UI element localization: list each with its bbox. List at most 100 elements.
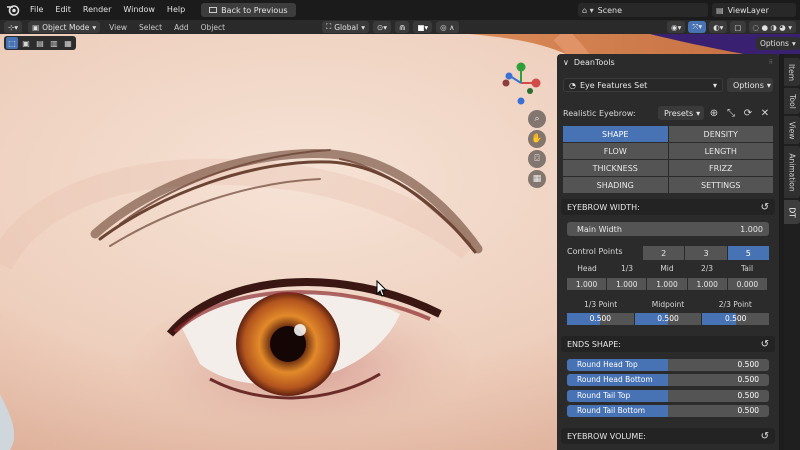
cp-head-field[interactable]: 1.000 bbox=[567, 278, 607, 290]
eye-features-set-dropdown[interactable]: ◔ Eye Features Set ▾ bbox=[563, 78, 723, 92]
round-tail-top-value: 0.500 bbox=[737, 391, 759, 400]
select-box-tool[interactable]: ⬚ bbox=[6, 37, 18, 49]
close-button[interactable]: ✕ bbox=[758, 106, 772, 120]
reset-icon[interactable]: ↺ bbox=[761, 431, 769, 442]
menu-edit[interactable]: Edit bbox=[49, 0, 77, 20]
scene-selector[interactable]: ⌂ ▾ Scene bbox=[578, 3, 708, 17]
select-box-icon: ⬚ bbox=[8, 38, 16, 48]
tab-view[interactable]: View bbox=[784, 116, 800, 144]
tab-settings[interactable]: SETTINGS bbox=[668, 177, 773, 193]
grid-icon: ▦ bbox=[532, 174, 542, 184]
tab-shape[interactable]: SHAPE bbox=[563, 126, 668, 142]
editor-type-dropdown[interactable]: ⊹▾ bbox=[4, 21, 23, 33]
tab-thickness[interactable]: THICKNESS bbox=[563, 160, 668, 176]
midpoint-value: 0.500 bbox=[657, 314, 679, 323]
midpoint-slider[interactable]: 0.500 bbox=[634, 313, 702, 325]
drag-handle-icon[interactable]: ⠿ bbox=[769, 59, 773, 66]
cp-third-field[interactable]: 1.000 bbox=[607, 278, 647, 290]
perspective-toggle[interactable]: ▦ bbox=[528, 170, 546, 188]
zoom-button[interactable]: ⌕ bbox=[528, 110, 546, 128]
select-mode-subtract[interactable]: ▥ bbox=[48, 37, 60, 49]
header-menu-view[interactable]: View bbox=[106, 23, 130, 32]
cp-mid-field[interactable]: 1.000 bbox=[647, 278, 687, 290]
pick-button[interactable]: ⤡ bbox=[724, 106, 738, 120]
header-menu-object[interactable]: Object bbox=[198, 23, 228, 32]
top-menu-bar: File Edit Render Window Help Back to Pre… bbox=[0, 0, 800, 20]
tab-density[interactable]: DENSITY bbox=[668, 126, 773, 142]
proportional-edit-toggle[interactable]: ◎ ∧ bbox=[436, 21, 459, 33]
menu-file[interactable]: File bbox=[24, 0, 49, 20]
ends-shape-section[interactable]: ENDS SHAPE: ↺ bbox=[561, 336, 775, 352]
chevron-down-icon: ▾ bbox=[361, 22, 365, 32]
viewport-options-button[interactable]: Options ▾ bbox=[756, 37, 800, 50]
tab-animation[interactable]: Animation bbox=[784, 146, 800, 198]
tab-length[interactable]: LENGTH bbox=[668, 143, 773, 159]
snap-target-dropdown[interactable]: ■▾ bbox=[413, 21, 433, 33]
select-mode-new[interactable]: ▣ bbox=[20, 37, 32, 49]
pivot-dropdown[interactable]: ⊙▾ bbox=[372, 21, 392, 33]
cp-tail-field[interactable]: 0.000 bbox=[727, 278, 768, 290]
blender-logo-icon[interactable] bbox=[6, 3, 20, 17]
round-tail-bottom-slider[interactable]: Round Tail Bottom 0.500 bbox=[567, 405, 769, 417]
eyebrow-volume-section[interactable]: EYEBROW VOLUME: ↺ bbox=[561, 428, 775, 444]
back-to-previous-button[interactable]: Back to Previous bbox=[201, 3, 296, 17]
visibility-dropdown[interactable]: ◉▾ bbox=[667, 21, 686, 33]
presets-dropdown[interactable]: Presets ▾ bbox=[658, 106, 704, 120]
xray-icon: ▢ bbox=[734, 22, 742, 32]
chevron-down-icon: ▾ bbox=[712, 80, 717, 90]
reset-icon[interactable]: ↺ bbox=[761, 339, 769, 350]
control-point-headers: Head 1/3 Mid 2/3 Tail bbox=[567, 264, 767, 273]
reset-icon[interactable]: ↺ bbox=[761, 202, 769, 213]
refresh-button[interactable]: ⟳ bbox=[741, 106, 755, 120]
tab-dt[interactable]: DT bbox=[784, 200, 800, 224]
tab-shading[interactable]: SHADING bbox=[563, 177, 668, 193]
round-head-top-slider[interactable]: Round Head Top 0.500 bbox=[567, 359, 769, 371]
main-width-field[interactable]: Main Width 1.000 bbox=[567, 222, 769, 236]
round-tail-top-slider[interactable]: Round Tail Top 0.500 bbox=[567, 390, 769, 402]
overlay-toggle[interactable]: ◐▾ bbox=[709, 21, 728, 33]
two-thirds-point-slider[interactable]: 0.500 bbox=[702, 313, 770, 325]
camera-view-button[interactable]: ⌼ bbox=[528, 150, 546, 168]
navigation-gizmo[interactable] bbox=[496, 58, 546, 108]
control-points-2[interactable]: 2 bbox=[643, 246, 685, 260]
menu-window[interactable]: Window bbox=[117, 0, 161, 20]
third-point-slider[interactable]: 0.500 bbox=[567, 313, 634, 325]
viewport-header: ⊹▾ ▣ Object Mode ▾ View Select Add Objec… bbox=[0, 20, 800, 34]
snap-toggle[interactable]: ⋒ bbox=[395, 21, 410, 33]
xray-toggle[interactable]: ▢ bbox=[730, 21, 746, 33]
tab-flow[interactable]: FLOW bbox=[563, 143, 668, 159]
zoom-icon: ⌕ bbox=[534, 114, 540, 124]
mode-dropdown[interactable]: ▣ Object Mode ▾ bbox=[28, 21, 101, 33]
point-header: Midpoint bbox=[651, 300, 685, 309]
tab-frizz[interactable]: FRIZZ bbox=[668, 160, 773, 176]
select-mode-extend[interactable]: ▤ bbox=[34, 37, 46, 49]
round-head-bottom-slider[interactable]: Round Head Bottom 0.500 bbox=[567, 374, 769, 386]
eyebrow-width-section[interactable]: EYEBROW WIDTH: ↺ bbox=[561, 199, 775, 215]
pan-button[interactable]: ✋ bbox=[528, 130, 546, 148]
gizmo-toggle[interactable]: ⤧▾ bbox=[688, 21, 707, 33]
hand-icon: ✋ bbox=[531, 134, 543, 144]
cp-header: 1/3 bbox=[620, 264, 634, 273]
panel-options-dropdown[interactable]: Options ▾ bbox=[727, 78, 773, 92]
chevron-down-icon: ▾ bbox=[92, 22, 97, 32]
header-menu-add[interactable]: Add bbox=[171, 23, 192, 32]
menu-help[interactable]: Help bbox=[161, 0, 191, 20]
control-points-5[interactable]: 5 bbox=[727, 246, 769, 260]
shading-modes[interactable]: ◌ ● ◑ ◕ ▾ bbox=[748, 21, 796, 33]
section-title: EYEBROW VOLUME: bbox=[567, 431, 646, 441]
globe-button[interactable]: ⊕ bbox=[707, 106, 721, 120]
round-head-top-label: Round Head Top bbox=[577, 360, 638, 369]
orientation-dropdown[interactable]: ⛶ Global ▾ bbox=[322, 21, 369, 33]
view-layer-selector[interactable]: ▤ ViewLayer bbox=[712, 3, 796, 17]
control-points-selector: 2 3 5 bbox=[643, 246, 769, 260]
menu-render[interactable]: Render bbox=[77, 0, 117, 20]
control-points-3[interactable]: 3 bbox=[685, 246, 727, 260]
cp-two-thirds-field[interactable]: 1.000 bbox=[687, 278, 727, 290]
round-tail-top-label: Round Tail Top bbox=[577, 391, 631, 400]
sidebar-tabs: Item Tool View Animation DT bbox=[784, 54, 800, 450]
tab-item[interactable]: Item bbox=[784, 58, 800, 86]
panel-header[interactable]: ∨ DeanTools ⠿ bbox=[557, 54, 779, 70]
tab-tool[interactable]: Tool bbox=[784, 88, 800, 114]
select-mode-invert[interactable]: ▦ bbox=[62, 37, 74, 49]
header-menu-select[interactable]: Select bbox=[136, 23, 165, 32]
